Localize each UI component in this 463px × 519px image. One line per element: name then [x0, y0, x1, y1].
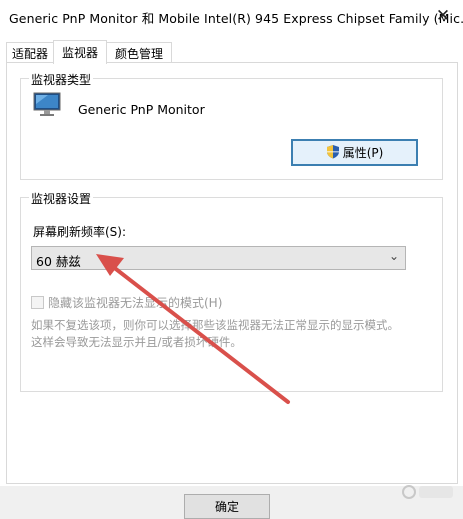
ok-button[interactable]: 确定 [184, 494, 270, 519]
hide-modes-label: 隐藏该监视器无法显示的模式(H) [48, 296, 223, 310]
hide-modes-checkbox[interactable] [31, 296, 44, 309]
hide-modes-checkbox-row[interactable]: 隐藏该监视器无法显示的模式(H) [31, 294, 222, 311]
properties-button[interactable]: 属性(P) [291, 139, 418, 166]
refresh-rate-value: 60 赫兹 [36, 254, 81, 269]
monitor-settings-label: 监视器设置 [29, 190, 94, 207]
help-text-line1: 如果不复选该项，则你可以选择那些该监视器无法正常显示的显示模式。 [31, 318, 399, 332]
monitor-type-label: 监视器类型 [29, 71, 94, 88]
chevron-down-icon: ⌄ [388, 249, 399, 263]
tab-monitor[interactable]: 监视器 [53, 40, 107, 64]
tab-label: 颜色管理 [114, 46, 163, 61]
monitor-icon [32, 90, 62, 124]
close-icon: ✕ [435, 6, 451, 26]
title-bar: Generic PnP Monitor 和 Mobile Intel(R) 94… [0, 0, 463, 34]
close-button[interactable]: ✕ [429, 4, 457, 28]
watermark-logo [399, 477, 457, 511]
window-title: Generic PnP Monitor 和 Mobile Intel(R) 94… [9, 11, 463, 26]
refresh-rate-select[interactable]: 60 赫兹 ⌄ [31, 246, 406, 270]
refresh-rate-label: 屏幕刷新频率(S): [33, 225, 127, 239]
help-text: 如果不复选该项，则你可以选择那些该监视器无法正常显示的显示模式。 这样会导致无法… [31, 317, 421, 351]
monitor-name: Generic PnP Monitor [78, 102, 205, 117]
tab-label: 适配器 [11, 46, 48, 61]
ok-button-label: 确定 [214, 500, 239, 514]
properties-button-label: 属性(P) [342, 146, 384, 160]
tab-label: 监视器 [61, 46, 98, 60]
tab-color-management[interactable]: 颜色管理 [106, 42, 172, 63]
help-text-line2: 这样会导致无法显示并且/或者损坏硬件。 [31, 335, 242, 349]
tab-adapter[interactable]: 适配器 [6, 42, 54, 63]
shield-icon [326, 144, 340, 162]
